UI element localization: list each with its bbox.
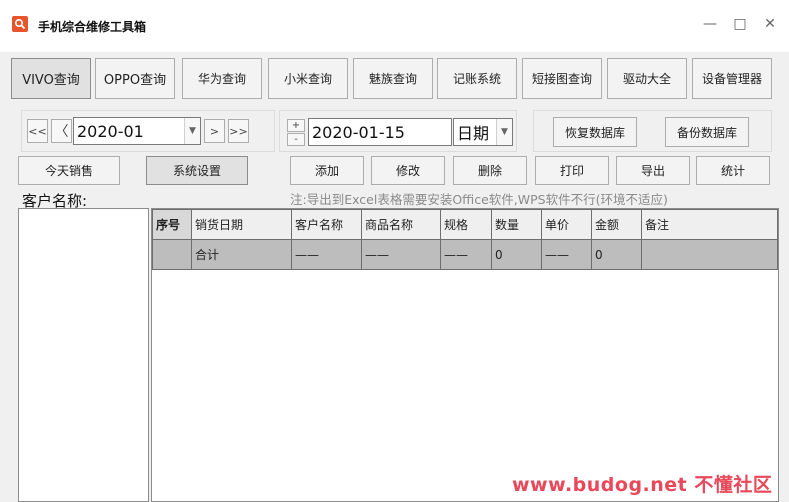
print-button[interactable]: 打印 [535, 156, 609, 185]
export-hint-text: 注:导出到Excel表格需要安装Office软件,WPS软件不行(环境不适应) [290, 192, 668, 207]
grid-scrollbar[interactable] [779, 208, 789, 502]
chevron-down-icon[interactable]: ▼ [184, 118, 200, 144]
chevron-down-icon[interactable]: ▼ [496, 119, 512, 145]
device-manager-button[interactable]: 设备管理器 [692, 58, 772, 99]
meizu-query-button[interactable]: 魅族查询 [353, 58, 433, 99]
prev-month-button[interactable]: 〈 [51, 119, 72, 143]
column-header[interactable]: 规格 [440, 209, 492, 240]
short-circuit-diagram-button[interactable]: 短接图查询 [522, 58, 602, 99]
column-header[interactable]: 单价 [541, 209, 592, 240]
table-cell: —— [440, 239, 492, 270]
restore-database-button[interactable]: 恢复数据库 [553, 117, 637, 147]
customer-list[interactable] [18, 208, 149, 502]
total-row[interactable]: 合计 —— —— —— 0 —— 0 [152, 239, 778, 270]
statistics-button[interactable]: 统计 [696, 156, 770, 185]
table-cell [641, 239, 778, 270]
table-cell: —— [291, 239, 362, 270]
column-header[interactable]: 客户名称 [291, 209, 362, 240]
table-cell: 合计 [191, 239, 292, 270]
system-settings-button[interactable]: 系统设置 [146, 156, 248, 185]
minimize-icon[interactable]: — [700, 14, 720, 34]
xiaomi-query-button[interactable]: 小米查询 [268, 58, 348, 99]
last-month-button[interactable]: >> [228, 119, 249, 143]
first-month-button[interactable]: << [27, 119, 48, 143]
sales-table: 序号 销货日期 客户名称 商品名称 规格 数量 单价 金额 备注 合计 —— —… [152, 209, 778, 270]
table-cell: —— [541, 239, 592, 270]
date-increment-button[interactable]: + [287, 119, 305, 132]
export-button[interactable]: 导出 [616, 156, 690, 185]
window-title: 手机综合维修工具箱 [38, 20, 147, 34]
watermark-text: www.budog.net 不懂社区 [512, 474, 773, 496]
column-header[interactable]: 序号 [152, 209, 192, 240]
edit-button[interactable]: 修改 [371, 156, 445, 185]
add-button[interactable]: 添加 [290, 156, 364, 185]
search-app-icon [12, 16, 28, 32]
delete-button[interactable]: 删除 [453, 156, 527, 185]
month-select[interactable]: 2020-01 ▼ [73, 117, 201, 145]
backup-database-button[interactable]: 备份数据库 [665, 117, 749, 147]
huawei-query-button[interactable]: 华为查询 [182, 58, 262, 99]
table-cell: —— [361, 239, 441, 270]
column-header[interactable]: 商品名称 [361, 209, 441, 240]
accounting-system-button[interactable]: 记账系统 [437, 58, 517, 99]
table-cell [152, 239, 192, 270]
date-field[interactable]: 2020-01-15 [308, 118, 452, 146]
oppo-query-button[interactable]: OPPO查询 [95, 58, 175, 99]
table-cell: 0 [591, 239, 642, 270]
sales-grid[interactable]: 序号 销货日期 客户名称 商品名称 规格 数量 单价 金额 备注 合计 —— —… [151, 208, 779, 502]
month-value: 2020-01 [77, 121, 144, 141]
column-header[interactable]: 备注 [641, 209, 778, 240]
maximize-icon[interactable]: □ [730, 14, 750, 34]
table-header-row: 序号 销货日期 客户名称 商品名称 规格 数量 单价 金额 备注 [152, 209, 778, 240]
table-cell: 0 [491, 239, 542, 270]
date-mode-value: 日期 [457, 124, 490, 143]
title-bar: 手机综合维修工具箱 — □ ✕ [0, 0, 789, 52]
date-decrement-button[interactable]: - [287, 133, 305, 146]
driver-collection-button[interactable]: 驱动大全 [607, 58, 687, 99]
today-sales-button[interactable]: 今天销售 [18, 156, 120, 185]
column-header[interactable]: 销货日期 [191, 209, 292, 240]
date-mode-select[interactable]: 日期 ▼ [453, 118, 513, 146]
column-header[interactable]: 金额 [591, 209, 642, 240]
vivo-query-button[interactable]: VIVO查询 [11, 58, 91, 99]
close-icon[interactable]: ✕ [760, 14, 780, 34]
column-header[interactable]: 数量 [491, 209, 542, 240]
next-month-button[interactable]: > [204, 119, 225, 143]
